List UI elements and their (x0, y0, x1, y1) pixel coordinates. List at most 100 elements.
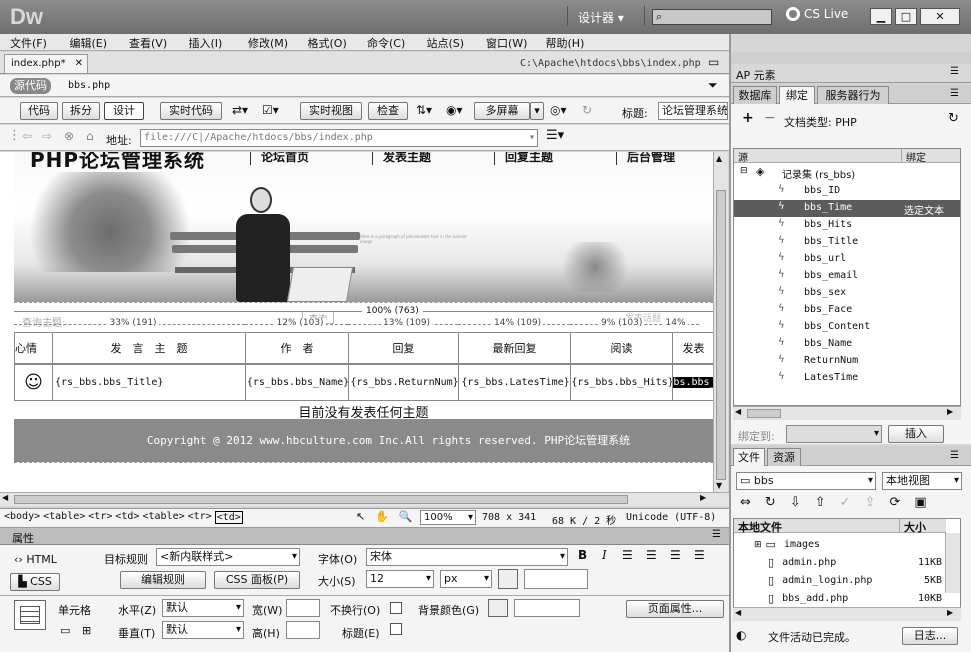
scroll-left-icon[interactable]: ◀ (735, 407, 741, 416)
binding-field-row[interactable]: ϟ bbs_Content (734, 319, 960, 336)
scroll-right-icon[interactable]: ▶ (947, 608, 953, 617)
add-binding-icon[interactable]: + (742, 110, 754, 126)
table-data-cell[interactable]: {rs_bbs.ReturnNum} (348, 364, 459, 401)
justify-icon[interactable]: ☰ (694, 548, 705, 562)
preview-browser-icon[interactable]: ◉▾ (446, 103, 463, 117)
canvas-horizontal-scrollbar[interactable]: ◀ ▶ (0, 492, 729, 506)
tab-database[interactable]: 数据库 (733, 86, 777, 104)
align-right-icon[interactable]: ☰ (670, 548, 681, 562)
font-select[interactable]: 宋体 (366, 548, 568, 566)
panel-menu-icon[interactable]: ☰ (712, 529, 721, 540)
live-code-button[interactable]: 实时代码 (160, 102, 222, 120)
tab-bindings[interactable]: 绑定 (779, 86, 815, 104)
italic-button[interactable]: I (602, 548, 607, 562)
maximize-doc-icon[interactable]: ▭ (708, 55, 719, 69)
tag-selector-item[interactable]: <table> (43, 511, 85, 524)
tag-selector-item[interactable]: <td> (115, 511, 139, 524)
table-data-cell[interactable]: {rs_bbs.bbs_Name} (245, 364, 349, 401)
canvas-vertical-scrollbar[interactable]: ▲ ▼ (713, 152, 728, 492)
pointer-tool-icon[interactable]: ↖ (356, 510, 365, 523)
menu-item-7[interactable]: 站点(S) (427, 35, 465, 51)
horizontal-select[interactable]: 默认 (162, 599, 244, 617)
collapse-icon[interactable]: ⊟ (740, 166, 748, 176)
text-color-input[interactable] (524, 569, 588, 589)
binding-field-row[interactable]: ϟ bbs_Time 选定文本 (734, 200, 960, 217)
validate-icon[interactable]: ☑▾ (262, 103, 279, 117)
scroll-thumb[interactable] (716, 190, 726, 480)
check-out-icon[interactable]: ✓ (840, 495, 851, 510)
minimize-button[interactable]: ▁ (870, 8, 892, 25)
scroll-right-icon[interactable]: ▶ (947, 407, 953, 416)
address-input[interactable]: file:///C|/Apache/htdocs/bbs/index.php (140, 129, 538, 147)
text-color-picker[interactable] (498, 569, 518, 589)
col-binding-header[interactable]: 绑定 (902, 149, 960, 164)
binding-field-row[interactable]: ϟ bbs_Name (734, 336, 960, 353)
tab-assets[interactable]: 资源 (767, 448, 801, 466)
put-icon[interactable]: ⇧ (815, 495, 826, 510)
size-select[interactable]: 12 (366, 570, 434, 588)
binding-field-row[interactable]: ϟ bbs_email (734, 268, 960, 285)
binding-field-row[interactable]: ϟ bbs_Title (734, 234, 960, 251)
align-left-icon[interactable]: ☰ (622, 548, 633, 562)
table-data-cell[interactable]: {rs_bbs.bbs_Title} (52, 364, 246, 401)
binding-field-row[interactable]: ϟ bbs_Face (734, 302, 960, 319)
binding-field-row[interactable]: ϟ LatesTime (734, 370, 960, 387)
nav-link-1[interactable]: 发表主题 (372, 152, 431, 165)
binding-field-row[interactable]: ϟ ReturnNum (734, 353, 960, 370)
refresh-files-icon[interactable]: ↻ (765, 495, 776, 510)
site-select[interactable]: ▭ bbs (736, 472, 876, 490)
files-vertical-scrollbar[interactable] (945, 533, 960, 593)
target-rule-select[interactable]: <新内联样式> (156, 548, 300, 566)
check-in-icon[interactable]: ⇪ (865, 495, 876, 510)
visual-aids-icon[interactable]: ◎▾ (550, 103, 567, 117)
col-local-files[interactable]: 本地文件 (734, 519, 900, 534)
refresh-icon[interactable]: ↻ (582, 103, 592, 117)
expand-icon[interactable]: ▣ (914, 495, 926, 510)
panel-menu-icon[interactable]: ☰ (950, 88, 959, 99)
bg-color-input[interactable] (514, 599, 580, 617)
css-panel-button[interactable]: CSS 面板(P) (214, 571, 300, 589)
stop-icon[interactable]: ⊗ (64, 129, 74, 143)
live-view-button[interactable]: 实时视图 (300, 102, 362, 120)
ap-elements-tab[interactable]: AP 元素 (736, 67, 776, 83)
close-button[interactable]: ✕ (920, 8, 960, 25)
panel-menu-icon[interactable]: ☰ (950, 66, 959, 77)
refresh-bindings-icon[interactable]: ↻ (948, 111, 959, 126)
scroll-up-icon[interactable]: ▲ (716, 154, 722, 163)
insert-button[interactable]: 插入 (888, 425, 944, 443)
menu-item-8[interactable]: 窗口(W) (486, 35, 527, 51)
synchronize-icon[interactable]: ⟳ (889, 495, 900, 510)
bold-button[interactable]: B (578, 548, 587, 562)
html-mode-button[interactable]: ‹› HTML (14, 553, 57, 566)
view-select[interactable]: 本地视图 (882, 472, 962, 490)
file-list-item[interactable]: ⊞ ▭ images (754, 536, 964, 553)
maximize-button[interactable]: □ (895, 8, 917, 25)
log-button[interactable]: 日志... (902, 627, 958, 645)
compatibility-check-icon[interactable]: ⇄▾ (232, 103, 248, 117)
file-list-item[interactable]: ▯ admin.php 11KB (754, 554, 964, 571)
tag-selector-item[interactable]: <td> (214, 511, 243, 524)
scroll-left-icon[interactable]: ◀ (2, 493, 8, 502)
split-cell-icon[interactable]: ⊞ (82, 624, 91, 637)
expand-folder-icon[interactable]: ⊞ (754, 540, 762, 550)
binding-field-row[interactable]: ϟ bbs_ID (734, 183, 960, 200)
table-data-cell[interactable]: {rs_bbs.LatesTime} (458, 364, 571, 401)
remove-binding-icon[interactable]: − (764, 110, 776, 126)
height-input[interactable] (286, 621, 320, 639)
vertical-select[interactable]: 默认 (162, 621, 244, 639)
related-file-bbs[interactable]: bbs.php (68, 80, 110, 91)
menu-item-2[interactable]: 查看(V) (129, 35, 167, 51)
scroll-right-icon[interactable]: ▶ (700, 493, 706, 502)
menu-item-5[interactable]: 格式(O) (308, 35, 347, 51)
design-canvas[interactable]: PHP论坛管理系统 论坛首页 发表主题 回复主题 后台管理 Here is a par… (0, 152, 713, 492)
multiscreen-dropdown[interactable]: ▾ (530, 102, 544, 120)
scroll-thumb[interactable] (14, 495, 628, 504)
forward-icon[interactable]: ⇨ (42, 129, 52, 143)
nowrap-checkbox[interactable] (390, 602, 402, 614)
file-list-item[interactable]: ▯ admin_login.php 5KB (754, 572, 964, 589)
menu-item-0[interactable]: 文件(F) (10, 35, 47, 51)
scroll-thumb[interactable] (747, 409, 781, 418)
zoom-tool-icon[interactable]: 🔍 (399, 510, 413, 523)
edit-rule-button[interactable]: 编辑规则 (120, 571, 206, 589)
header-checkbox[interactable] (390, 623, 402, 635)
